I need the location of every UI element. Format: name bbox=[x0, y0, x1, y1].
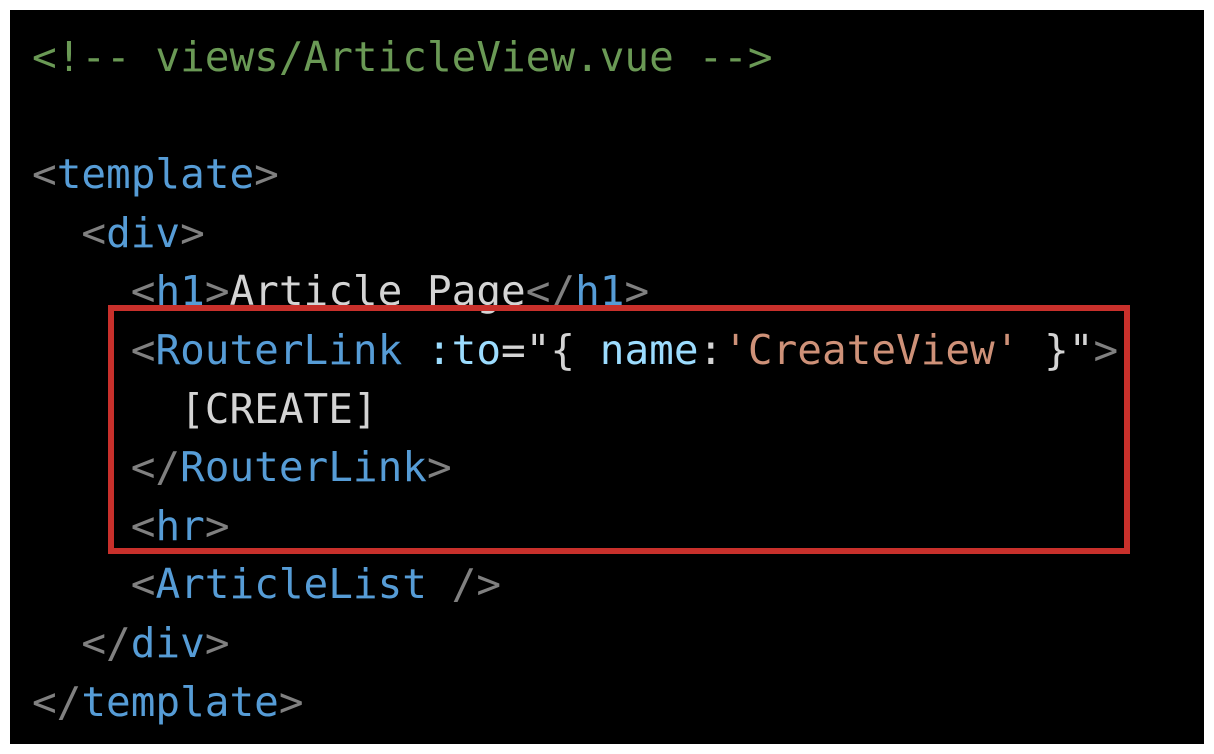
code-token: }" bbox=[1019, 325, 1094, 374]
code-token: < bbox=[130, 560, 156, 609]
code-line: <!-- views/ArticleView.vue --> bbox=[32, 28, 1118, 87]
code-token: > bbox=[624, 267, 650, 316]
code-token: /> bbox=[426, 560, 502, 609]
code-line: [CREATE] bbox=[32, 380, 1118, 439]
code-token: > bbox=[254, 150, 279, 199]
code-token: : bbox=[698, 325, 724, 374]
code-line: <RouterLink :to="{ name:'CreateView' }"> bbox=[32, 321, 1118, 380]
code-line: <hr> bbox=[32, 497, 1118, 556]
code-token: < bbox=[32, 150, 57, 199]
code-line: <template> bbox=[32, 145, 1118, 204]
code-token: ="{ bbox=[501, 325, 600, 374]
code-line: </div> bbox=[32, 614, 1118, 673]
code-token: :to bbox=[426, 325, 502, 374]
code-token: > bbox=[426, 443, 452, 492]
code-token: h1 bbox=[575, 267, 625, 316]
code-line: <ArticleList /> bbox=[32, 555, 1118, 614]
code-token: > bbox=[204, 267, 230, 316]
code-token: div bbox=[106, 208, 181, 257]
code-token: 'CreateView' bbox=[723, 325, 1020, 374]
code-token: template bbox=[81, 677, 279, 726]
code-block: <!-- views/ArticleView.vue --> <template… bbox=[32, 28, 1118, 731]
code-line: <h1>Article Page</h1> bbox=[32, 262, 1118, 321]
code-token: ArticleList bbox=[155, 560, 427, 609]
code-token: </ bbox=[81, 618, 131, 667]
code-token: </ bbox=[130, 443, 181, 492]
code-token: hr bbox=[155, 501, 205, 550]
code-token: name bbox=[599, 325, 699, 374]
code-token: > bbox=[1093, 325, 1119, 374]
code-token: Article Page bbox=[229, 267, 526, 316]
code-token: < bbox=[130, 267, 156, 316]
code-token: <!-- views/ArticleView.vue --> bbox=[32, 33, 773, 81]
code-token: template bbox=[56, 150, 255, 199]
code-token: </ bbox=[525, 267, 576, 316]
code-token: h1 bbox=[155, 267, 205, 316]
code-token: < bbox=[130, 501, 156, 550]
code-token: > bbox=[204, 501, 230, 550]
code-line: </RouterLink> bbox=[32, 438, 1118, 497]
code-token: < bbox=[81, 208, 107, 257]
code-line: </template> bbox=[32, 673, 1118, 732]
code-token: div bbox=[130, 618, 205, 667]
code-token: RouterLink bbox=[155, 325, 403, 374]
code-token: </ bbox=[32, 677, 82, 726]
code-panel: <!-- views/ArticleView.vue --> <template… bbox=[10, 10, 1204, 744]
code-token: [CREATE] bbox=[32, 384, 378, 433]
code-token: > bbox=[204, 618, 230, 667]
code-token: RouterLink bbox=[180, 443, 427, 492]
code-token: > bbox=[278, 677, 304, 726]
code-line: <div> bbox=[32, 204, 1118, 263]
code-token: > bbox=[180, 208, 205, 257]
code-token: < bbox=[130, 325, 156, 374]
